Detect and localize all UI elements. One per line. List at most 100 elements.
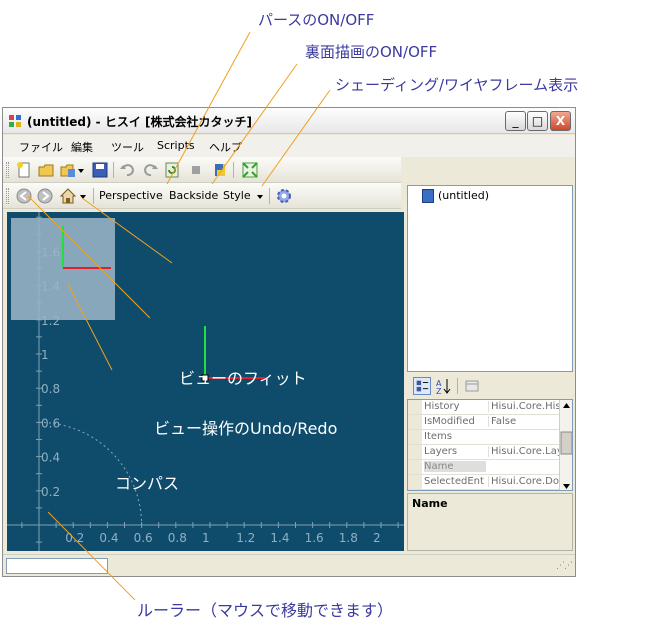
settings-gear-icon[interactable] [275,187,293,205]
new-file-icon[interactable] [15,161,33,179]
ruler-y-label: 1 [41,348,49,362]
ruler-y-label: 0.4 [41,451,60,465]
resize-grip-icon[interactable]: ⋰⋰ [556,561,573,571]
menu-help[interactable]: ヘルプ [209,139,242,155]
dropdown-arrow-icon[interactable] [77,161,85,179]
scroll-up-icon[interactable] [563,403,570,408]
menu-bar: ファイル 編集 ツール Scripts ヘルプ [3,135,575,157]
svg-text:Z: Z [436,387,442,395]
property-pages-icon[interactable] [463,377,481,395]
property-description: Name [407,493,573,551]
ruler-x-label: 1.8 [339,531,358,545]
open-recent-icon[interactable] [59,161,77,179]
tree-node-label: (untitled) [438,189,490,202]
annotation-compass: コンパス [115,474,180,493]
property-name: SelectedEnt [424,476,484,487]
toolbar-separator [457,378,458,394]
toolbar-separator [113,162,114,178]
main-toolbar [3,157,401,183]
property-row[interactable]: Layers Hisui.Core.Lay [408,445,560,460]
property-scrollbar[interactable] [559,400,573,491]
annotation-shading: シェーディング/ワイヤフレーム表示 [335,76,579,94]
status-bar: ⋰⋰ [3,554,575,576]
annotation-perspective: パースのON/OFF [258,11,375,29]
property-toolbar: AZ [407,373,573,399]
dropdown-arrow-icon[interactable] [79,187,87,205]
main-window: (untitled) - ヒスイ [株式会社カタッチ] _ □ X ファイル 編… [2,107,576,577]
window-title: (untitled) - ヒスイ [株式会社カタッチ] [27,115,252,129]
property-name: History [424,401,460,412]
close-button[interactable]: X [550,111,571,131]
style-button[interactable]: Style [223,189,251,202]
property-name: Items [424,431,452,442]
menu-edit[interactable]: 編集 [71,139,93,155]
home-icon[interactable] [59,187,77,205]
python-icon[interactable] [211,161,229,179]
3d-viewport[interactable]: 0.2 0.4 0.6 0.8 1 1.2 1.4 1.6 1.8 2 0.2 0.4 0.6 0.8 1 1… [7,212,404,551]
toolbar-separator [93,188,94,204]
annotation-view-undo-redo: ビュー操作のUndo/Redo [154,419,338,438]
property-row[interactable]: SelectedEnt Hisui.Core.Do [408,475,560,490]
ruler-x-label: 2 [373,531,381,545]
view-toolbar: Perspective Backside Style [3,183,401,209]
property-name: IsModified [424,416,475,427]
tree-node-root[interactable]: (untitled) [422,189,489,203]
maximize-button[interactable]: □ [527,111,548,131]
property-name: Layers [424,446,458,457]
property-value[interactable]: Hisui.Core.Lay [488,446,560,457]
property-value[interactable]: Hisui.Core.His [488,401,560,412]
property-value[interactable]: Hisui.Core.Do [488,476,560,487]
categorized-icon[interactable] [413,377,431,395]
fit-all-icon[interactable] [241,161,259,179]
undo-icon[interactable] [119,161,137,179]
property-name: Name [424,461,486,472]
ruler-y-label: 0.8 [41,382,60,396]
ruler-x-label: 0.4 [99,531,118,545]
backside-button[interactable]: Backside [169,189,218,202]
property-row[interactable]: History Hisui.Core.His [408,400,560,415]
toolbar-separator [269,188,270,204]
redo-icon[interactable] [141,161,159,179]
app-icon [9,115,21,127]
scroll-track[interactable] [560,400,573,491]
document-icon [422,189,434,203]
toolbar-grip[interactable] [6,188,9,204]
ruler-x-label: 0.2 [65,531,84,545]
annotation-ruler: ルーラー（マウスで移動できます） [137,601,394,620]
description-title: Name [412,497,448,510]
annotation-view-fit: ビューのフィット [179,369,307,388]
ruler-x-label: 1.4 [270,531,289,545]
annotation-backside: 裏面描画のON/OFF [305,43,438,61]
menu-tools[interactable]: ツール [111,139,144,155]
sort-alphabetical-icon[interactable]: AZ [435,377,453,395]
style-dropdown-icon[interactable] [256,187,264,205]
menu-file[interactable]: ファイル [19,139,63,155]
property-row[interactable]: IsModified False [408,415,560,430]
property-grid[interactable]: History Hisui.Core.His IsModified False Item… [407,399,573,491]
toolbar-separator [233,162,234,178]
menu-scripts[interactable]: Scripts [157,139,195,152]
toolbar-grip[interactable] [6,162,9,178]
stop-icon[interactable] [187,161,205,179]
refresh-icon[interactable] [163,161,181,179]
ruler-x-label: 1.6 [305,531,324,545]
save-icon[interactable] [91,161,109,179]
minimize-button[interactable]: _ [505,111,526,131]
property-value[interactable]: False [488,416,560,427]
perspective-button[interactable]: Perspective [99,189,163,202]
title-bar[interactable]: (untitled) - ヒスイ [株式会社カタッチ] _ □ X [3,108,575,134]
compass[interactable] [11,218,115,320]
ruler-x-label: 0.6 [134,531,153,545]
property-row[interactable]: Name [408,460,560,475]
property-row[interactable]: Items [408,430,560,445]
ruler-x-label: 1.2 [236,531,255,545]
ruler-x-label: 1 [202,531,210,545]
document-tree[interactable]: (untitled) [407,185,573,372]
view-back-icon[interactable] [15,187,33,205]
view-forward-icon[interactable] [36,187,54,205]
scroll-thumb[interactable] [560,431,572,455]
ruler-x-label: 0.8 [168,531,187,545]
scroll-down-icon[interactable] [563,484,570,489]
status-field [6,558,108,574]
open-folder-icon[interactable] [37,161,55,179]
